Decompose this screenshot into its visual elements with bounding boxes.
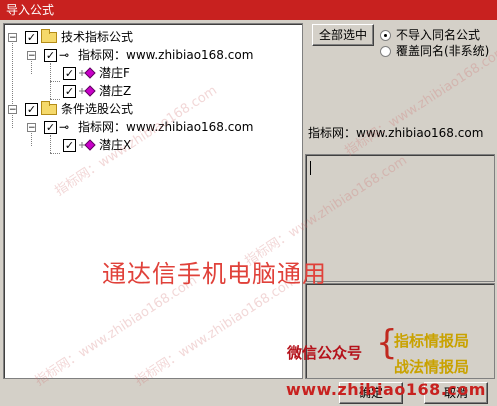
- radio-overwrite[interactable]: [380, 46, 391, 57]
- radio-overwrite-label: 覆盖同名(非系统): [396, 44, 490, 58]
- folder-icon: [41, 101, 57, 115]
- source-checkbox[interactable]: ✓: [44, 121, 57, 134]
- wechat-account-2: 战法情报局: [394, 358, 470, 376]
- tree-item-qzf[interactable]: ✓ 潜庄F: [4, 64, 294, 82]
- dialog-body: − ✓ 技术指标公式 − ✓ ⊸ 指标网：www.zhibiao168.com …: [0, 20, 497, 406]
- collapse-toggle-icon[interactable]: −: [27, 51, 36, 61]
- formula-icon: [79, 85, 96, 97]
- formula-icon: [79, 67, 96, 79]
- item-checkbox[interactable]: ✓: [63, 139, 76, 152]
- key-icon: ⊸: [59, 120, 70, 134]
- wechat-label: 微信公众号: [287, 344, 363, 362]
- group-checkbox[interactable]: ✓: [25, 31, 38, 44]
- site-url: www.zhibiao168.com: [286, 380, 486, 399]
- tree-source-row[interactable]: − ✓ ⊸ 指标网：www.zhibiao168.com: [4, 46, 294, 64]
- item-label: 潜庄F: [99, 66, 130, 80]
- folder-icon: [41, 29, 57, 43]
- item-checkbox[interactable]: ✓: [63, 67, 76, 80]
- tree-item-qzx[interactable]: ✓ 潜庄X: [4, 136, 294, 154]
- window-title: 导入公式: [6, 3, 55, 17]
- collapse-toggle-icon[interactable]: −: [8, 33, 17, 43]
- description-box[interactable]: [305, 154, 495, 282]
- wechat-account-1: 指标情报局: [394, 332, 470, 350]
- source-checkbox[interactable]: ✓: [44, 49, 57, 62]
- text-caret: [310, 161, 311, 175]
- key-icon: ⊸: [59, 48, 70, 62]
- tree-group-screen[interactable]: − ✓ 条件选股公式: [4, 100, 294, 118]
- group-label: 条件选股公式: [61, 102, 134, 116]
- item-label: 潜庄Z: [99, 84, 132, 98]
- group-checkbox[interactable]: ✓: [25, 103, 38, 116]
- source-label: 指标网：www.zhibiao168.com: [78, 48, 254, 62]
- tree-group-tech[interactable]: − ✓ 技术指标公式: [4, 28, 294, 46]
- collapse-toggle-icon[interactable]: −: [8, 105, 17, 115]
- source-label: 指标网：www.zhibiao168.com: [78, 120, 254, 134]
- promo-banner: 通达信手机电脑通用: [102, 260, 327, 288]
- collapse-toggle-icon[interactable]: −: [27, 123, 36, 133]
- title-bar: 导入公式: [0, 0, 497, 20]
- tree-item-qzz[interactable]: ✓ 潜庄Z: [4, 82, 294, 100]
- select-all-button[interactable]: 全部选中: [312, 24, 374, 46]
- tree-source-row[interactable]: − ✓ ⊸ 指标网：www.zhibiao168.com: [4, 118, 294, 136]
- formula-icon: [79, 139, 96, 151]
- radio-skip-duplicates[interactable]: [380, 30, 391, 41]
- formula-tree[interactable]: − ✓ 技术指标公式 − ✓ ⊸ 指标网：www.zhibiao168.com …: [3, 23, 303, 379]
- radio-skip-label: 不导入同名公式: [396, 28, 481, 42]
- source-info-text: 指标网：www.zhibiao168.com: [308, 126, 484, 140]
- item-label: 潜庄X: [99, 138, 132, 152]
- item-checkbox[interactable]: ✓: [63, 85, 76, 98]
- group-label: 技术指标公式: [61, 30, 134, 44]
